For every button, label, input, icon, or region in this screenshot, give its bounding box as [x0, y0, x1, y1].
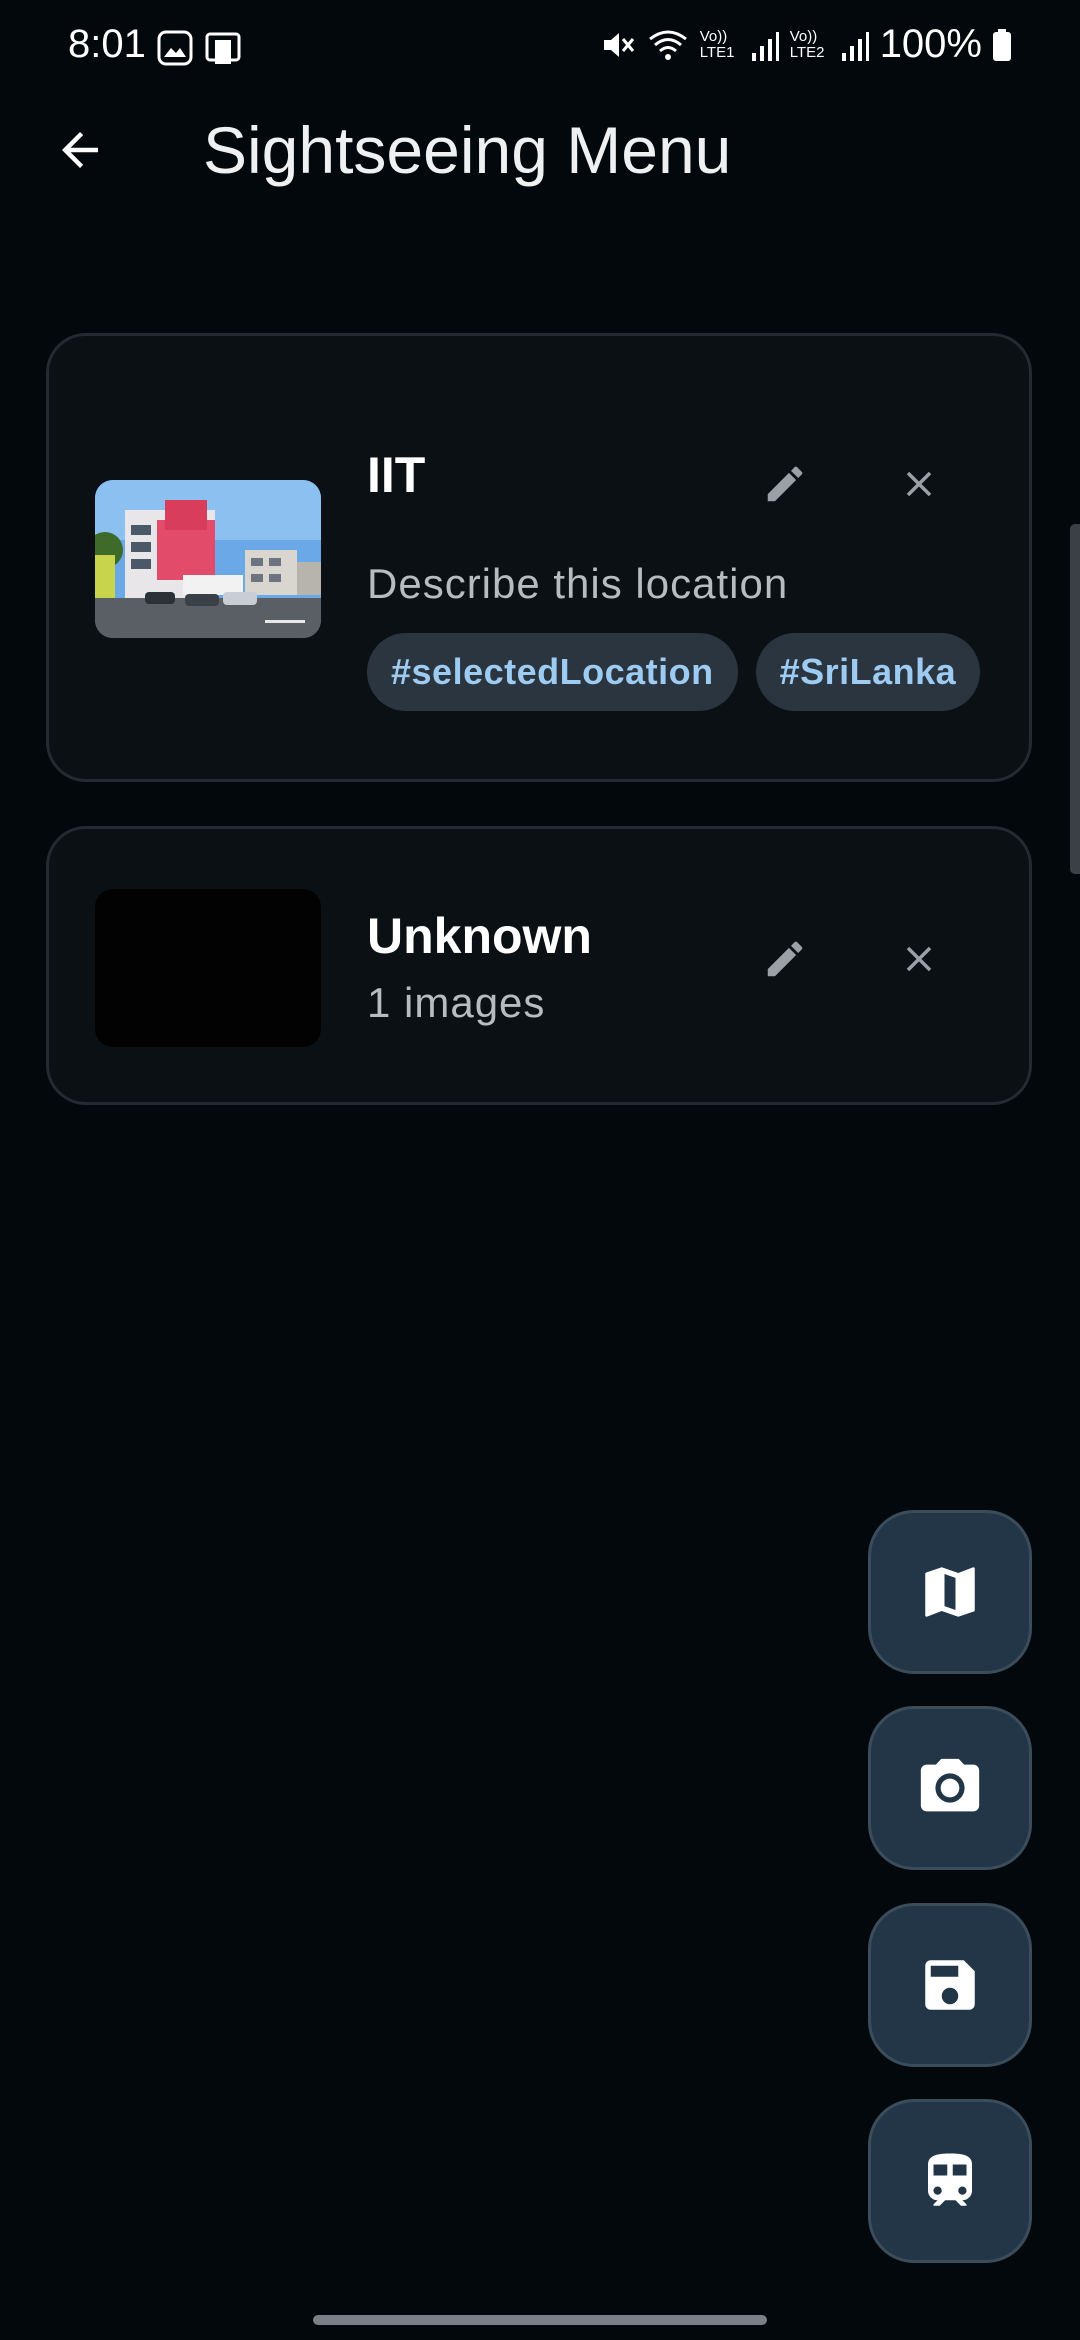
pencil-icon — [767, 941, 803, 977]
building-photo-image — [95, 480, 321, 638]
battery-percent: 100% — [879, 22, 982, 66]
tag-chip-srilanka[interactable]: #SriLanka — [755, 633, 981, 711]
sightseeing-menu-screen: 8:01 Vo)) LTE1 Vo)) LTE2 100% Sightseein… — [0, 0, 1080, 2340]
app-notification-icon — [205, 32, 241, 64]
tag-chip-selected-location[interactable]: #selectedLocation — [367, 633, 738, 711]
wifi-icon — [648, 30, 687, 60]
gallery-notification-icon — [157, 30, 193, 66]
page-title: Sightseeing Menu — [203, 113, 732, 187]
location-card-unknown[interactable]: Unknown 1 images — [46, 826, 1032, 1105]
location-title: IIT — [367, 447, 426, 503]
camera-icon — [920, 1758, 980, 1812]
image-count: 1 images — [367, 979, 546, 1026]
remove-location-button[interactable] — [879, 444, 959, 524]
scrollbar-thumb[interactable] — [1070, 524, 1080, 874]
pencil-icon — [767, 466, 803, 502]
arrow-back-icon — [62, 132, 98, 168]
save-button[interactable] — [868, 1903, 1032, 2067]
signal-icon-sim2 — [841, 31, 869, 61]
signal-icon-sim1 — [751, 31, 779, 61]
sim2-label: Vo)) LTE2 — [789, 27, 825, 61]
remove-location-button[interactable] — [879, 919, 959, 999]
train-icon — [928, 2153, 972, 2206]
camera-button[interactable] — [868, 1706, 1032, 1870]
location-thumbnail[interactable] — [95, 889, 321, 1047]
map-icon — [925, 1567, 975, 1617]
location-title: Unknown — [367, 908, 592, 964]
battery-icon — [993, 28, 1011, 61]
save-icon — [925, 1960, 975, 2010]
status-bar: 8:01 Vo)) LTE1 Vo)) LTE2 100% — [0, 0, 1080, 96]
mute-icon — [603, 32, 634, 57]
back-button[interactable] — [40, 110, 120, 190]
location-card-iit[interactable]: IIT Describe this location #selectedLoca… — [46, 333, 1032, 782]
edit-location-button[interactable] — [745, 444, 825, 524]
tag-chip-row: #selectedLocation #SriLanka — [367, 633, 981, 711]
location-thumbnail[interactable] — [95, 480, 321, 638]
location-description[interactable]: Describe this location — [367, 560, 788, 608]
close-icon — [906, 471, 932, 497]
sim1-label: Vo)) LTE1 — [699, 27, 735, 61]
map-button[interactable] — [868, 1510, 1032, 1674]
status-icons: Vo)) LTE1 Vo)) LTE2 100% — [600, 22, 1012, 67]
close-icon — [906, 946, 932, 972]
status-time: 8:01 — [68, 22, 146, 66]
home-indicator[interactable] — [313, 2315, 767, 2325]
edit-location-button[interactable] — [745, 919, 825, 999]
train-button[interactable] — [868, 2099, 1032, 2263]
